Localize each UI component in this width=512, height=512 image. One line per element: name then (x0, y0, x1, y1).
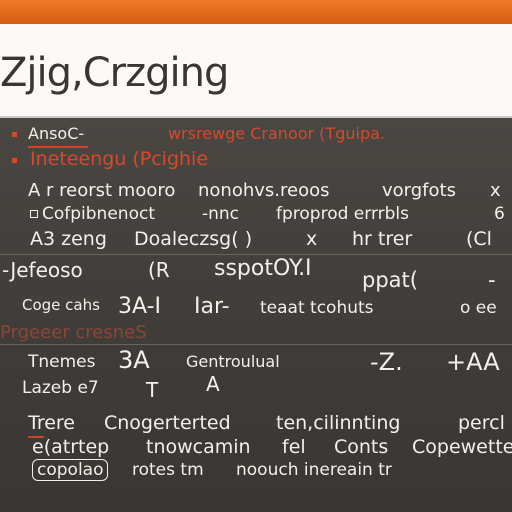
content-row-9-left: Tnemes (28, 352, 96, 372)
content-row-12-tail: Copewette (412, 436, 512, 458)
content-row-4-left: Cofpibnenoct (30, 206, 155, 223)
main-content: AnsoC- wrsrewge Cranoor (Tguipa. Ineteen… (0, 118, 512, 512)
content-row-3-mid: nonohvs.reoos (198, 180, 330, 201)
content-row-1-right: wrsrewge Cranoor (Tguipa. (168, 124, 385, 143)
content-row-4-mid: -nnc (202, 204, 240, 224)
content-row-9-math: -Z. (370, 348, 403, 376)
content-row-5-x: x (306, 228, 318, 250)
content-row-9-right: Gentroulual (186, 352, 280, 371)
content-row-6-right: sspotOY.I (214, 256, 312, 281)
content-row-11-mid: Cnogerterted (104, 412, 231, 434)
section-divider (0, 344, 512, 345)
content-row-3-right: vorgfots (382, 180, 456, 201)
content-row-12-left: e(atrtep (32, 436, 110, 458)
content-row-3-left: A r reorst mooro (28, 180, 176, 201)
content-row-7-left: Coge cahs (22, 296, 100, 314)
content-row-5-tail: (Cl (466, 228, 492, 250)
tag-pill-button[interactable]: copolao (32, 459, 109, 481)
content-row-12-mid: tnowcamin (146, 436, 251, 458)
content-row-13-mid: rotes tm (132, 460, 204, 480)
content-row-7-tail: o ee (460, 298, 497, 318)
content-row-6b-tail: - (488, 268, 496, 292)
content-row-6-left: -Jefeoso (2, 258, 83, 282)
content-row-3-tail: x (490, 180, 501, 201)
content-row-7-right: teaat tcohuts (260, 298, 374, 318)
content-row-11-tail: percl (458, 412, 505, 434)
content-row-9-mid: 3A (118, 346, 150, 374)
content-row-5-right: hr trer (352, 228, 413, 250)
app-window: Zjig,Crzging AnsoC- wrsrewge Cranoor (Tg… (0, 0, 512, 512)
content-row-9-tail: +AA (446, 348, 500, 376)
header: Zjig,Crzging (0, 24, 512, 118)
content-row-5-left: A3 zeng (30, 228, 107, 250)
content-row-8: Prgeeer cresneS (0, 322, 147, 343)
page-title: Zjig,Crzging (0, 50, 229, 96)
title-bar (0, 0, 512, 25)
bullet-marker (12, 158, 17, 163)
content-row-13-right: noouch inereain tr (236, 460, 392, 480)
bullet-marker (12, 132, 17, 137)
content-row-4-tail: 6 (494, 204, 505, 224)
content-row-2: Ineteengu (Pcighie (30, 148, 209, 170)
content-row-1-left: AnsoC- (28, 124, 85, 143)
content-row-5-mid: Doaleczsg( ) (134, 228, 253, 250)
content-row-11-left: Trere (28, 412, 75, 434)
content-row-4-right: fproprod errrbls (276, 204, 409, 224)
content-row-6-mid: (R (148, 258, 170, 282)
content-row-7-mid: 3A-I (118, 294, 161, 319)
content-row-10-left: Lazeb e7 (22, 378, 99, 398)
content-row-6b-right: ppat( (362, 268, 418, 292)
content-row-11-mid2: ten,cilinnting (276, 412, 401, 434)
content-row-10-mid: T (146, 378, 159, 402)
content-row-7-mid2: Iar- (194, 294, 230, 319)
content-row-10-right: A (206, 372, 220, 396)
section-divider (0, 254, 512, 255)
content-row-12-mid2: fel (282, 436, 306, 458)
content-row-12-right: Conts (334, 436, 389, 458)
checkbox-icon[interactable] (30, 210, 38, 218)
content-row-4-left-text: Cofpibnenoct (42, 204, 155, 224)
